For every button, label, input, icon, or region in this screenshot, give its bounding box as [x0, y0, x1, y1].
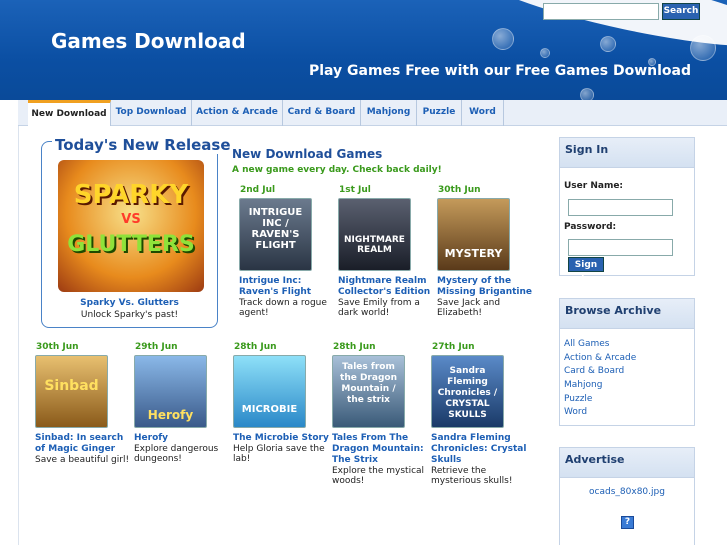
release-game-image[interactable]: SPARKY VS GLUTTERS: [58, 160, 204, 292]
bubble-decoration: [690, 35, 716, 61]
game-name[interactable]: Sandra Fleming Chronicles: Crystal Skull…: [431, 433, 527, 466]
game-name[interactable]: The Microbie Story: [233, 433, 329, 444]
game-card: 27th Jun Sandra Fleming Chronicles / CRY…: [431, 342, 527, 486]
game-thumbnail[interactable]: MYSTERY: [437, 198, 510, 271]
tab-action-arcade[interactable]: Action & Arcade: [192, 100, 283, 126]
game-date: 30th Jun: [36, 342, 79, 352]
game-thumbnail[interactable]: Herofy: [134, 355, 207, 428]
archive-link-mahjong[interactable]: Mahjong: [564, 380, 602, 390]
thumb-text: Sandra Fleming Chronicles / CRYSTAL SKUL…: [437, 366, 498, 420]
password-label: Password:: [564, 222, 617, 232]
todays-release-title: Today's New Release: [52, 136, 234, 154]
game-card: 1st Jul NIGHTMARE REALM Nightmare Realm …: [338, 185, 434, 318]
thumb-text: Tales from the Dragon Mountain / the str…: [340, 362, 397, 405]
search-input[interactable]: [543, 3, 659, 20]
game-name[interactable]: Herofy: [134, 433, 230, 444]
tab-word[interactable]: Word: [462, 100, 504, 126]
thumb-text: NIGHTMARE REALM: [344, 235, 405, 255]
broken-image-icon[interactable]: ?: [621, 516, 634, 529]
game-desc: Help Gloria save the lab!: [233, 444, 325, 464]
game-thumbnail[interactable]: INTRIGUE INC / RAVEN'S FLIGHT: [239, 198, 312, 271]
game-card: 28th Jun MICROBIE The Microbie Story Hel…: [233, 342, 329, 464]
thumb-text: INTRIGUE INC / RAVEN'S FLIGHT: [248, 207, 303, 251]
game-date: 1st Jul: [339, 185, 371, 195]
game-card: 30th Jun Sinbad Sinbad: In search of Mag…: [35, 342, 131, 465]
game-date: 28th Jun: [333, 342, 376, 352]
game-date: 30th Jun: [438, 185, 481, 195]
game-name[interactable]: Sinbad: In search of Magic Ginger: [35, 433, 131, 455]
site-title[interactable]: Games Download: [51, 29, 246, 53]
section-subheading: A new game every day. Check back daily!: [232, 165, 442, 175]
tab-top-download[interactable]: Top Download: [111, 100, 192, 126]
username-label: User Name:: [564, 181, 624, 191]
bubble-decoration: [580, 88, 594, 100]
game-desc: Retrieve the mysterious skulls!: [431, 466, 513, 486]
archive-title: Browse Archive: [560, 299, 694, 329]
thumb-text: MICROBIE: [241, 404, 298, 415]
release-image-text: SPARKY: [73, 180, 189, 210]
archive-link-card-board[interactable]: Card & Board: [564, 366, 624, 376]
tab-card-board[interactable]: Card & Board: [283, 100, 361, 126]
tab-puzzle[interactable]: Puzzle: [417, 100, 462, 126]
game-date: 27th Jun: [432, 342, 475, 352]
release-image-text: VS: [121, 212, 141, 227]
password-field[interactable]: [568, 239, 673, 256]
game-date: 2nd Jul: [240, 185, 276, 195]
release-game-desc: Unlock Sparky's past!: [80, 310, 179, 320]
game-name[interactable]: Nightmare Realm Collector's Edition: [338, 276, 434, 298]
game-name[interactable]: Intrigue Inc: Raven's Flight: [239, 276, 335, 298]
game-desc: Explore the mystical woods!: [332, 466, 425, 486]
site-tagline: Play Games Free with our Free Games Down…: [308, 63, 691, 79]
game-card: 2nd Jul INTRIGUE INC / RAVEN'S FLIGHT In…: [239, 185, 335, 318]
thumb-text: MYSTERY: [444, 247, 503, 260]
game-thumbnail[interactable]: NIGHTMARE REALM: [338, 198, 411, 271]
game-desc: Track down a rogue agent!: [239, 298, 327, 318]
signin-button[interactable]: Sign In: [568, 257, 604, 284]
game-desc: Save Emily from a dark world!: [338, 298, 420, 318]
section-heading: New Download Games: [232, 147, 383, 161]
thumb-text: Herofy: [147, 408, 194, 422]
bubble-decoration: [492, 28, 514, 50]
game-thumbnail[interactable]: Sinbad: [35, 355, 108, 428]
archive-link-all-games[interactable]: All Games: [564, 339, 610, 349]
game-date: 28th Jun: [234, 342, 277, 352]
bubble-decoration: [540, 48, 550, 58]
advertise-panel: Advertise ocads_80x80.jpg ?: [559, 447, 695, 545]
game-thumbnail[interactable]: Tales from the Dragon Mountain / the str…: [332, 355, 405, 428]
game-card: 30th Jun MYSTERY Mystery of the Missing …: [437, 185, 533, 318]
game-thumbnail[interactable]: Sandra Fleming Chronicles / CRYSTAL SKUL…: [431, 355, 504, 428]
thumb-text: Sinbad: [44, 378, 99, 394]
game-desc: Explore dangerous dungeons!: [134, 444, 219, 464]
content-border: [18, 126, 19, 545]
signin-panel: Sign In User Name: Password: Sign In: [559, 137, 695, 284]
tab-new-download[interactable]: New Download: [28, 100, 111, 126]
bubble-decoration: [600, 36, 616, 52]
site-header: Games Download Play Games Free with our …: [0, 0, 727, 100]
release-game-name[interactable]: Sparky Vs. Glutters: [41, 298, 218, 308]
game-desc: Save Jack and Elizabeth!: [437, 298, 501, 318]
main-nav: New Download Top Download Action & Arcad…: [18, 100, 727, 126]
search-button[interactable]: Search: [662, 3, 700, 20]
archive-link-word[interactable]: Word: [564, 407, 587, 417]
tab-mahjong[interactable]: Mahjong: [361, 100, 417, 126]
game-card: 29th Jun Herofy Herofy Explore dangerous…: [134, 342, 230, 464]
game-card: 28th Jun Tales from the Dragon Mountain …: [332, 342, 428, 486]
signin-title: Sign In: [560, 138, 694, 168]
game-name[interactable]: Mystery of the Missing Brigantine: [437, 276, 533, 298]
game-thumbnail[interactable]: MICROBIE: [233, 355, 306, 428]
username-field[interactable]: [568, 199, 673, 216]
game-desc: Save a beautiful girl!: [35, 455, 130, 465]
ad-image-placeholder[interactable]: ocads_80x80.jpg: [560, 487, 694, 497]
advertise-title: Advertise: [560, 448, 694, 478]
release-image-text: GLUTTERS: [67, 232, 195, 257]
game-name[interactable]: Tales From The Dragon Mountain: The Stri…: [332, 433, 428, 466]
archive-link-action-arcade[interactable]: Action & Arcade: [564, 353, 636, 363]
archive-link-puzzle[interactable]: Puzzle: [564, 394, 592, 404]
archive-panel: Browse Archive All Games Action & Arcade…: [559, 298, 695, 426]
game-date: 29th Jun: [135, 342, 178, 352]
